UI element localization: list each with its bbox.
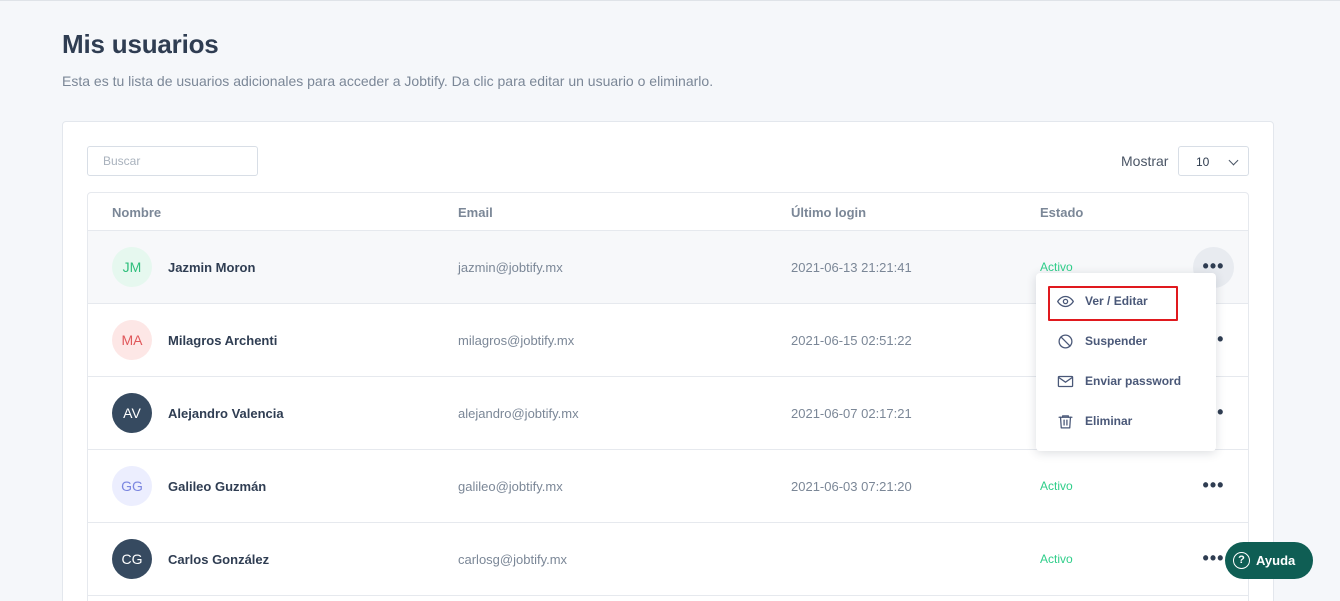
status-badge: Activo: [1040, 552, 1073, 566]
avatar: JM: [112, 247, 152, 287]
avatar: MA: [112, 320, 152, 360]
mail-icon: [1057, 375, 1074, 388]
menu-item-suspend[interactable]: Suspender: [1036, 323, 1216, 359]
avatar: GG: [112, 466, 152, 506]
user-last-login: 2021-06-03 07:21:20: [791, 479, 912, 494]
user-email: alejandro@jobtify.mx: [458, 406, 579, 421]
menu-item-label: Eliminar: [1085, 414, 1133, 428]
page-title: Mis usuarios: [62, 29, 219, 59]
highlight-box: [1048, 286, 1178, 321]
table-header: Nombre Email Último login Estado: [88, 193, 1248, 231]
table-row[interactable]: CG Carlos González carlosg@jobtify.mx Ac…: [88, 523, 1248, 596]
show-label: Mostrar: [1121, 153, 1169, 169]
menu-item-label: Suspender: [1085, 334, 1148, 348]
table-row[interactable]: GG Galileo Guzmán galileo@jobtify.mx 202…: [88, 450, 1248, 523]
column-header-status: Estado: [1040, 205, 1084, 220]
status-badge: Activo: [1040, 260, 1073, 274]
row-actions-button[interactable]: •••: [1193, 466, 1234, 507]
help-button[interactable]: ? Ayuda: [1225, 542, 1313, 579]
user-name: Carlos González: [168, 552, 270, 567]
help-label: Ayuda: [1256, 553, 1296, 568]
user-last-login: 2021-06-07 02:17:21: [791, 406, 912, 421]
search-input[interactable]: [87, 146, 258, 176]
page-size-value: 10: [1196, 155, 1210, 169]
column-header-name: Nombre: [112, 205, 162, 220]
avatar: AV: [112, 393, 152, 433]
user-name: Galileo Guzmán: [168, 479, 267, 494]
user-email: jazmin@jobtify.mx: [458, 260, 563, 275]
status-badge: Activo: [1040, 479, 1073, 493]
chevron-down-icon: [1228, 155, 1239, 166]
user-email: milagros@jobtify.mx: [458, 333, 575, 348]
column-header-last-login: Último login: [791, 205, 867, 220]
column-header-email: Email: [458, 205, 493, 220]
user-name: Jazmin Moron: [168, 260, 256, 275]
user-name: Milagros Archenti: [168, 333, 278, 348]
user-last-login: 2021-06-13 21:21:41: [791, 260, 912, 275]
menu-item-delete[interactable]: Eliminar: [1036, 403, 1216, 439]
menu-item-send-password[interactable]: Enviar password: [1036, 363, 1216, 399]
user-name: Alejandro Valencia: [168, 406, 284, 421]
user-email: carlosg@jobtify.mx: [458, 552, 568, 567]
trash-icon: [1058, 415, 1073, 429]
avatar: CG: [112, 539, 152, 579]
menu-item-label: Enviar password: [1085, 374, 1182, 388]
user-last-login: 2021-06-15 02:51:22: [791, 333, 912, 348]
ban-icon: [1058, 334, 1073, 349]
page-size-select[interactable]: 10: [1178, 146, 1249, 176]
page-subtitle: Esta es tu lista de usuarios adicionales…: [62, 73, 714, 89]
user-email: galileo@jobtify.mx: [458, 479, 563, 494]
question-icon: ?: [1233, 552, 1250, 569]
